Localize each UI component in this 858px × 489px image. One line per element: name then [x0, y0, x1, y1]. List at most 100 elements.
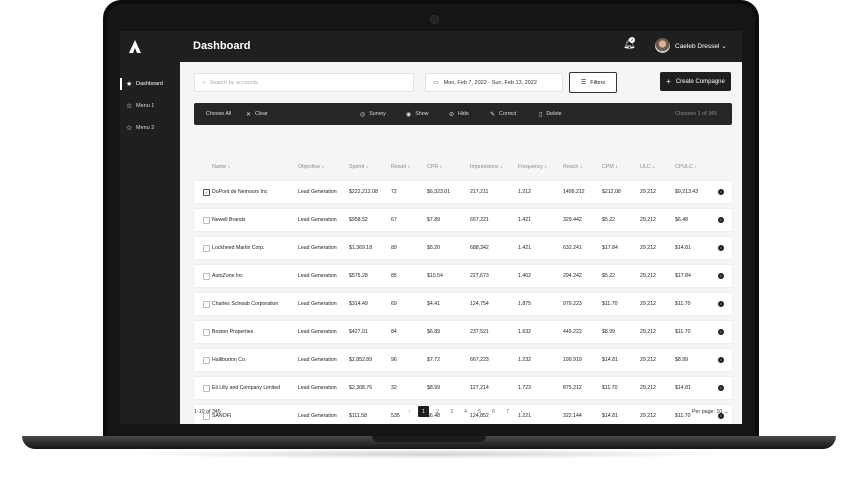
column-header[interactable]: Reach ↓	[563, 164, 582, 170]
column-header[interactable]: Spend ↓	[349, 164, 368, 170]
avatar[interactable]	[655, 38, 670, 53]
cell-reach: 199.919	[563, 357, 582, 363]
row-menu-icon[interactable]: •	[718, 189, 724, 195]
cell-cpulc: $6.48	[675, 217, 688, 223]
sort-arrow-icon: ↓	[226, 164, 231, 170]
column-header[interactable]: ULC ↓	[640, 164, 655, 170]
cell-cpulc: $9,213.43	[675, 189, 699, 195]
app-logo-icon[interactable]	[129, 40, 141, 53]
create-campaign-button[interactable]: + Create Compagne	[660, 72, 731, 91]
pencil-icon: ✎	[490, 111, 496, 118]
next-page-icon[interactable]: ›	[516, 406, 527, 417]
per-page-label: Per page: 10	[692, 409, 723, 415]
date-range-picker[interactable]: ▭ Mon, Feb 7, 2022 - Sun, Feb 13, 2022	[425, 73, 563, 92]
search-input[interactable]: ○ Search by accounts	[194, 73, 414, 92]
selection-count: Choosen 1 of 345	[675, 111, 717, 117]
cell-frequency: 1.632	[518, 329, 531, 335]
page-button[interactable]: 2	[432, 406, 443, 417]
table-row[interactable]: Lockheed Martin Corp. Lead Generation $1,3…	[194, 237, 732, 259]
cell-cpm: $11.70	[602, 301, 618, 307]
page-title: Dashboard	[193, 40, 251, 52]
cell-reach: 632.241	[563, 245, 582, 251]
cell-result: 89	[391, 245, 397, 251]
page-button[interactable]: 5	[474, 406, 485, 417]
filters-button[interactable]: ☰ Filters	[569, 72, 617, 93]
correct-label: Correct	[499, 111, 517, 117]
page-button[interactable]: 1	[418, 406, 429, 417]
table-row[interactable]: ✓ DuPont de Nemours Inc Lead Generation $22…	[194, 181, 732, 203]
cell-cpr: $6.89	[427, 329, 440, 335]
row-menu-icon[interactable]: •	[718, 217, 724, 223]
show-button[interactable]: ◉ Show	[406, 103, 429, 125]
table-row[interactable]: Halliburton Co. Lead Generation $2,852.89 9…	[194, 349, 732, 371]
correct-button[interactable]: ✎ Correct	[490, 103, 516, 125]
column-header[interactable]: Frequency ↓	[518, 164, 547, 170]
cell-ulc: 29,212	[640, 357, 656, 363]
cell-ulc: 29,212	[640, 273, 656, 279]
table-row[interactable]: Boston Properties Lead Generation $427.01 8…	[194, 321, 732, 343]
notification-bell-icon[interactable]: 🔔︎ 2	[623, 37, 636, 53]
show-label: Show	[415, 111, 429, 117]
user-menu[interactable]: Caeleb Dressel ⌄	[675, 42, 727, 50]
row-checkbox[interactable]	[203, 357, 210, 364]
date-range-text: Mon, Feb 7, 2022 - Sun, Feb 13, 2022	[443, 79, 537, 86]
cell-impressions: 657,221	[470, 217, 489, 223]
cell-objective: Lead Generation	[298, 273, 337, 279]
column-header[interactable]: Objective ↓	[298, 164, 324, 170]
row-checkbox[interactable]	[203, 329, 210, 336]
row-checkbox[interactable]	[203, 273, 210, 280]
cell-ulc: 29,212	[640, 189, 656, 195]
webcam-icon	[430, 15, 439, 24]
per-page-select[interactable]: Per page: 10 ⌄	[692, 409, 728, 415]
create-label: Create Compagne	[675, 78, 725, 85]
cell-spend: $2,308.76	[349, 385, 373, 391]
page-button[interactable]: 3	[446, 406, 457, 417]
cell-result: 85	[391, 273, 397, 279]
row-menu-icon[interactable]: •	[718, 301, 724, 307]
row-checkbox[interactable]	[203, 245, 210, 252]
sidebar-item-dashboard[interactable]: ★ Dashboard	[120, 75, 180, 93]
column-header[interactable]: Result ↓	[391, 164, 410, 170]
prev-page-icon[interactable]: ‹	[404, 406, 415, 417]
column-header[interactable]: CPR ↓	[427, 164, 442, 170]
row-checkbox[interactable]	[203, 301, 210, 308]
column-header[interactable]: Name ↓	[212, 164, 230, 170]
cell-cpm: $5.22	[602, 273, 615, 279]
cell-objective: Lead Generation	[298, 245, 337, 251]
cell-objective: Lead Generation	[298, 301, 337, 307]
cell-name: DuPont de Nemours Inc	[212, 189, 268, 195]
row-menu-icon[interactable]: •	[718, 245, 724, 251]
cell-frequency: 1.723	[518, 385, 531, 391]
column-header[interactable]: Impressions ↓	[470, 164, 503, 170]
delete-button[interactable]: ▯ Delete	[539, 103, 562, 125]
row-menu-icon[interactable]: •	[718, 357, 724, 363]
table-row[interactable]: Eli Lilly and Company Limited Lead Genera…	[194, 377, 732, 399]
column-header-label: Result	[391, 164, 407, 170]
choose-all-button[interactable]: Choose All	[206, 103, 231, 125]
hide-button[interactable]: ⊘ Hide	[449, 103, 469, 125]
row-menu-icon[interactable]: •	[718, 273, 724, 279]
clear-button[interactable]: ✕ Clear	[246, 103, 268, 125]
sort-arrow-icon: ↓	[320, 164, 325, 170]
row-menu-icon[interactable]: •	[718, 385, 724, 391]
column-header[interactable]: CPULC ↓	[675, 164, 697, 170]
cell-cpm: $5.22	[602, 217, 615, 223]
row-menu-icon[interactable]: •	[718, 329, 724, 335]
star-outline-icon: ☆	[126, 103, 133, 110]
table-row[interactable]: Charles Schwab Corporation Lead Generatio…	[194, 293, 732, 315]
row-checkbox[interactable]: ✓	[203, 189, 210, 196]
page-button[interactable]: 4	[460, 406, 471, 417]
sidebar-item-menu-2[interactable]: ☆ Menu 2	[120, 119, 180, 137]
cell-objective: Lead Generation	[298, 357, 337, 363]
table-row[interactable]: Newell Brands Lead Generation $958.52 67 $7.…	[194, 209, 732, 231]
survey-button[interactable]: ◎ Survey	[360, 103, 386, 125]
row-checkbox[interactable]	[203, 217, 210, 224]
delete-label: Delete	[546, 111, 562, 117]
trash-icon: ▯	[539, 111, 543, 118]
sidebar-item-menu-1[interactable]: ☆ Menu 1	[120, 97, 180, 115]
row-checkbox[interactable]	[203, 385, 210, 392]
page-button[interactable]: 7	[502, 406, 513, 417]
column-header[interactable]: CPM ↓	[602, 164, 618, 170]
page-button[interactable]: 6	[488, 406, 499, 417]
table-row[interactable]: AutoZone Inc Lead Generation $575.28 85 $10.…	[194, 265, 732, 287]
